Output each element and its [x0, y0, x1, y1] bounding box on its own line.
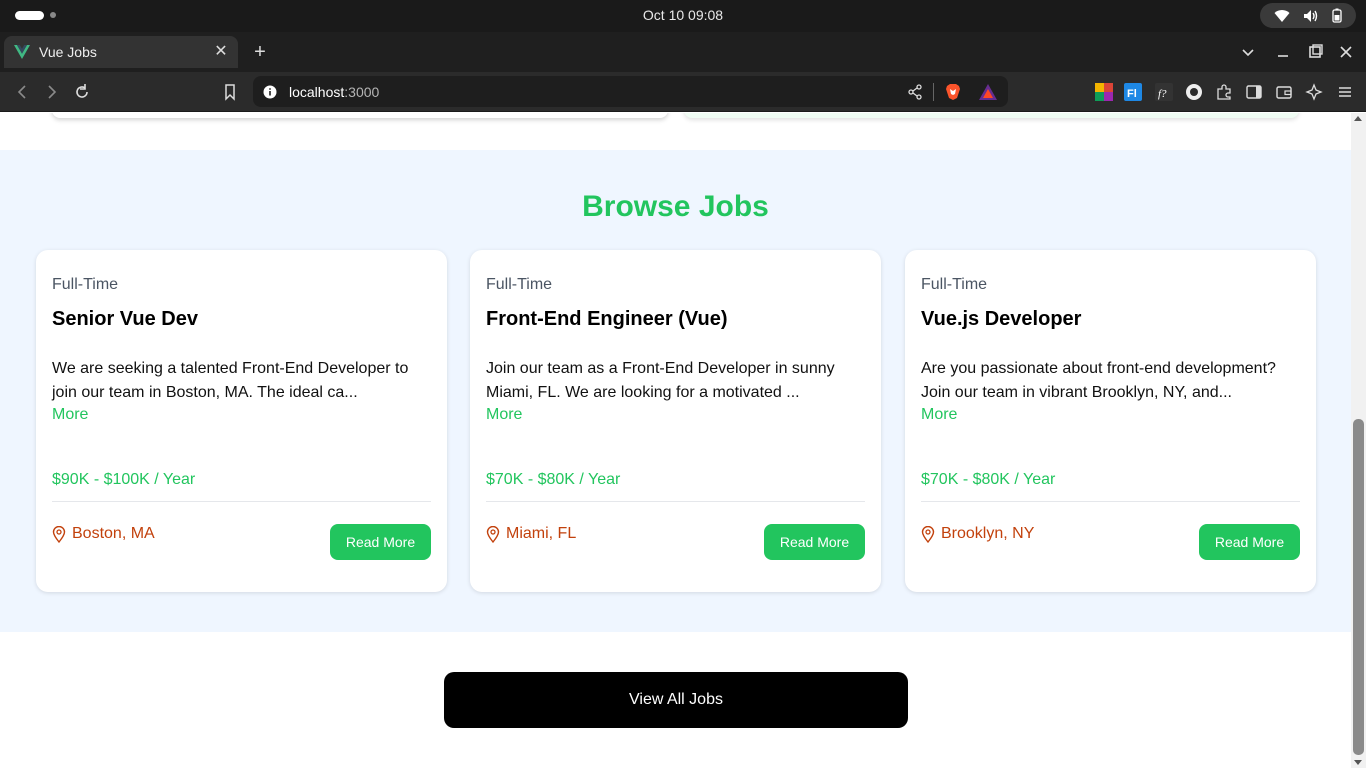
wallet-icon[interactable]	[1275, 83, 1293, 101]
card-divider	[486, 501, 865, 502]
job-location: Miami, FL	[486, 525, 576, 543]
navigation-bar: localhost:3000 Fl f?	[0, 72, 1366, 112]
job-salary: $70K - $80K / Year	[921, 471, 1056, 488]
job-salary: $70K - $80K / Year	[486, 471, 621, 488]
job-title: Vue.js Developer	[921, 308, 1082, 330]
back-icon[interactable]	[12, 82, 32, 102]
previous-card-right	[684, 113, 1299, 118]
job-title: Senior Vue Dev	[52, 308, 198, 330]
fl-extension-icon[interactable]: Fl	[1124, 83, 1142, 101]
circle-extension-icon[interactable]	[1185, 83, 1203, 101]
address-bar[interactable]: localhost:3000	[253, 76, 1008, 107]
map-pin-icon	[921, 525, 935, 543]
scroll-down-arrow-icon[interactable]	[1354, 760, 1362, 765]
font-extension-icon[interactable]: f?	[1155, 83, 1173, 101]
read-more-button[interactable]: Read More	[330, 524, 431, 560]
job-card: Full-Time Vue.js Developer Are you passi…	[905, 250, 1316, 592]
job-description: Join our team as a Front-End Developer i…	[486, 360, 835, 401]
job-title: Front-End Engineer (Vue)	[486, 308, 728, 330]
wifi-icon	[1274, 9, 1290, 22]
job-location-text: Brooklyn, NY	[941, 525, 1035, 542]
reload-icon[interactable]	[72, 82, 92, 102]
read-more-button[interactable]: Read More	[1199, 524, 1300, 560]
job-location-text: Miami, FL	[506, 525, 577, 542]
tab-strip: Vue Jobs ✕ +	[0, 32, 1366, 72]
job-type: Full-Time	[486, 276, 553, 293]
site-info-icon[interactable]	[263, 85, 277, 99]
battery-icon	[1331, 8, 1342, 23]
url-text[interactable]: localhost:3000	[289, 84, 907, 100]
job-card: Full-Time Front-End Engineer (Vue) Join …	[470, 250, 881, 592]
os-clock[interactable]: Oct 10 09:08	[0, 7, 1366, 23]
job-location: Brooklyn, NY	[921, 525, 1034, 543]
svg-text:Fl: Fl	[1127, 88, 1137, 100]
close-window-icon[interactable]	[1336, 42, 1356, 62]
extensions-puzzle-icon[interactable]	[1215, 83, 1233, 101]
scroll-thumb[interactable]	[1353, 419, 1364, 755]
tab-close-icon[interactable]: ✕	[214, 44, 228, 60]
tab-title: Vue Jobs	[39, 44, 97, 60]
os-top-bar: Oct 10 09:08	[0, 0, 1366, 32]
colorful-extension-icon[interactable]	[1095, 83, 1113, 101]
read-more-button[interactable]: Read More	[764, 524, 865, 560]
job-card: Full-Time Senior Vue Dev We are seeking …	[36, 250, 447, 592]
minimize-icon[interactable]	[1273, 42, 1293, 62]
forward-icon[interactable]	[42, 82, 62, 102]
previous-card-left	[52, 113, 668, 118]
card-divider	[52, 501, 431, 502]
section-title: Browse Jobs	[582, 190, 769, 223]
menu-icon[interactable]	[1336, 83, 1354, 101]
more-link[interactable]: More	[486, 406, 522, 424]
job-location-text: Boston, MA	[72, 525, 155, 542]
new-tab-icon[interactable]: +	[250, 42, 270, 62]
maximize-icon[interactable]	[1305, 42, 1325, 62]
svg-text:f?: f?	[1158, 88, 1167, 100]
url-port: :3000	[344, 83, 380, 100]
vue-logo-icon	[14, 45, 30, 59]
job-description: Are you passionate about front-end devel…	[921, 360, 1276, 401]
job-description: We are seeking a talented Front-End Deve…	[52, 360, 409, 401]
url-separator	[933, 82, 934, 101]
map-pin-icon	[52, 525, 66, 543]
tab-vue-jobs[interactable]: Vue Jobs ✕	[4, 36, 238, 68]
leo-ai-icon[interactable]	[1305, 83, 1323, 101]
volume-icon	[1303, 9, 1318, 22]
url-host: localhost	[289, 83, 345, 100]
tab-search-chevron-icon[interactable]	[1238, 42, 1258, 62]
sidebar-icon[interactable]	[1245, 83, 1263, 101]
job-type: Full-Time	[52, 276, 119, 293]
more-link[interactable]: More	[52, 406, 88, 424]
scroll-up-arrow-icon[interactable]	[1354, 116, 1362, 121]
share-icon[interactable]	[907, 83, 923, 100]
map-pin-icon	[486, 525, 500, 543]
brave-shields-icon[interactable]	[944, 83, 962, 101]
bookmark-icon[interactable]	[220, 82, 240, 102]
card-divider	[921, 501, 1300, 502]
page-viewport: Browse Jobs Full-Time Senior Vue Dev We …	[0, 113, 1351, 768]
view-all-jobs-button[interactable]: View All Jobs	[444, 672, 908, 728]
more-link[interactable]: More	[921, 406, 957, 424]
job-salary: $90K - $100K / Year	[52, 471, 196, 488]
browse-jobs-section: Browse Jobs Full-Time Senior Vue Dev We …	[0, 150, 1351, 632]
brave-rewards-icon[interactable]	[978, 83, 998, 101]
page-scrollbar[interactable]	[1351, 113, 1366, 768]
job-location: Boston, MA	[52, 525, 155, 543]
system-tray[interactable]	[1260, 3, 1356, 28]
job-type: Full-Time	[921, 276, 988, 293]
